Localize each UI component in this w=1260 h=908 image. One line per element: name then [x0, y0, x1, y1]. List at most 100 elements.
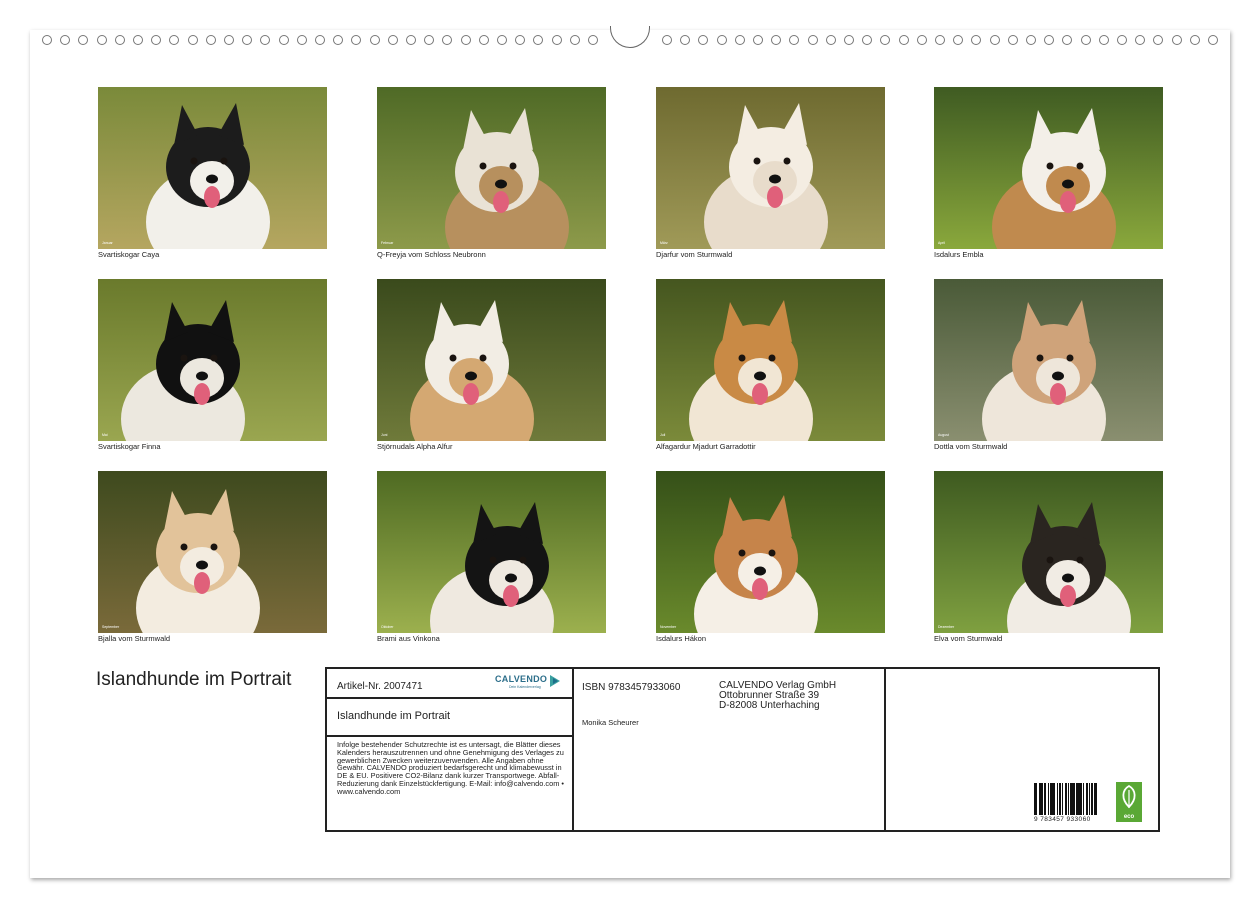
binding-ring — [1208, 35, 1218, 45]
binding-ring — [989, 35, 1000, 45]
dog-photo: Mai — [98, 279, 327, 441]
binding-ring — [242, 35, 253, 45]
binding-ring — [662, 35, 672, 45]
calvendo-logo-subtitle: Dein Kalenderverlag — [509, 685, 541, 689]
barcode-bar — [1045, 783, 1046, 815]
binding-ring — [716, 35, 727, 45]
dog-photo: September — [98, 471, 327, 633]
photo-caption: Isdalurs Hákon — [656, 634, 707, 643]
photo-caption: Svartiskogar Finna — [98, 442, 161, 451]
binding-ring — [1117, 35, 1127, 45]
month-label: März — [660, 241, 668, 245]
calvendo-logo-text: CALVENDO — [495, 674, 548, 684]
photo-caption: Stjörnudals Alpha Alfur — [377, 442, 453, 451]
calendar-title: Islandhunde im Portrait — [96, 669, 292, 690]
binding-ring — [1153, 35, 1164, 45]
binding-ring — [569, 35, 580, 45]
binding-ring — [351, 35, 362, 45]
dog-photo: Oktober — [377, 471, 606, 633]
photo-caption: Q-Freyja vom Schloss Neubronn — [377, 250, 486, 259]
leaf-icon — [1122, 784, 1136, 809]
publisher-city: D-82008 Unterhaching — [719, 700, 820, 711]
dog-photo: August — [934, 279, 1163, 441]
photo-caption: Bjalla vom Sturmwald — [98, 634, 171, 643]
binding-ring — [1135, 35, 1146, 45]
book-title-row: Islandhunde im Portrait — [327, 699, 572, 737]
book-title: Islandhunde im Portrait — [337, 710, 451, 722]
binding-ring — [844, 35, 854, 45]
binding-ring — [971, 35, 982, 45]
dog-photo: Juli — [656, 279, 885, 441]
eco-label: eco — [1123, 814, 1135, 820]
binding-ring — [551, 35, 562, 45]
binding-ring — [497, 35, 507, 45]
barcode-bar — [1042, 783, 1043, 815]
barcode-bar — [1036, 783, 1037, 815]
month-label: Dezember — [938, 625, 955, 629]
binding-ring — [1007, 35, 1018, 45]
month-label: Januar — [102, 241, 113, 245]
barcode-bar — [1068, 783, 1069, 815]
month-label: Juni — [381, 433, 388, 437]
photo-caption: Djarfur vom Sturmwald — [656, 250, 733, 259]
binding-ring — [880, 35, 891, 45]
imprint-box: Artikel-Nr. 2007471 CALVENDO Dein Kalend… — [325, 667, 1160, 832]
binding-ring — [406, 35, 416, 45]
month-label: August — [938, 433, 949, 437]
barcode-bar — [1073, 783, 1075, 815]
dog-photo: März — [656, 87, 885, 249]
binding-ring — [953, 35, 964, 45]
dog-photo: Juni — [377, 279, 606, 441]
binding-ring — [133, 35, 143, 45]
barcode: 9 783457 933060 — [1034, 783, 1098, 823]
dog-photo: April — [934, 87, 1163, 249]
binding-ring — [1026, 35, 1036, 45]
barcode-bar — [1089, 783, 1090, 815]
binding-ring — [114, 35, 125, 45]
barcode-bar — [1054, 783, 1055, 815]
imprint-column-middle: ISBN 9783457933060 CALVENDO Verlag GmbH … — [574, 669, 886, 830]
month-label: Februar — [381, 241, 394, 245]
binding-ring — [151, 35, 162, 45]
binding-ring — [333, 35, 344, 45]
month-label: Juli — [660, 433, 666, 437]
binding-ring — [278, 35, 289, 45]
imprint-column-left: Artikel-Nr. 2007471 CALVENDO Dein Kalend… — [327, 669, 574, 830]
binding-ring — [315, 35, 325, 45]
binding-ring — [224, 35, 234, 45]
binding-ring — [1171, 35, 1182, 45]
barcode-bars — [1034, 783, 1098, 815]
binding-ring — [296, 35, 307, 45]
barcode-bar — [1066, 783, 1067, 815]
article-number: Artikel-Nr. 2007471 — [337, 681, 423, 692]
barcode-bar — [1048, 783, 1049, 815]
binding-ring — [588, 35, 598, 45]
binding-ring — [478, 35, 489, 45]
calvendo-logo-icon — [550, 675, 560, 687]
photo-caption: Svartiskogar Caya — [98, 250, 160, 259]
binding-ring — [442, 35, 453, 45]
binding-ring — [825, 35, 836, 45]
binding-ring — [771, 35, 782, 45]
binding-ring — [789, 35, 800, 45]
binding-ring — [1062, 35, 1073, 45]
photo-caption: Isdalurs Embla — [934, 250, 984, 259]
binding-ring — [935, 35, 945, 45]
binding-ring — [916, 35, 927, 45]
binding-ring — [169, 35, 180, 45]
photo-caption: Brami aus Vinkona — [377, 634, 440, 643]
binding-ring — [753, 35, 763, 45]
binding-ring — [42, 35, 52, 45]
author-name: Monika Scheurer — [582, 718, 639, 727]
month-label: Oktober — [381, 625, 394, 629]
barcode-number: 9 783457 933060 — [1034, 816, 1091, 823]
month-label: September — [102, 625, 120, 629]
article-row: Artikel-Nr. 2007471 CALVENDO Dein Kalend… — [327, 669, 572, 699]
barcode-bar — [1060, 783, 1061, 815]
barcode-bar — [1062, 783, 1063, 815]
binding-ring — [533, 35, 544, 45]
isbn-number: ISBN 9783457933060 — [582, 682, 681, 693]
binding-ring — [898, 35, 909, 45]
binding-ring — [515, 35, 526, 45]
publisher-address: CALVENDO Verlag GmbH Ottobrunner Straße … — [719, 681, 836, 711]
